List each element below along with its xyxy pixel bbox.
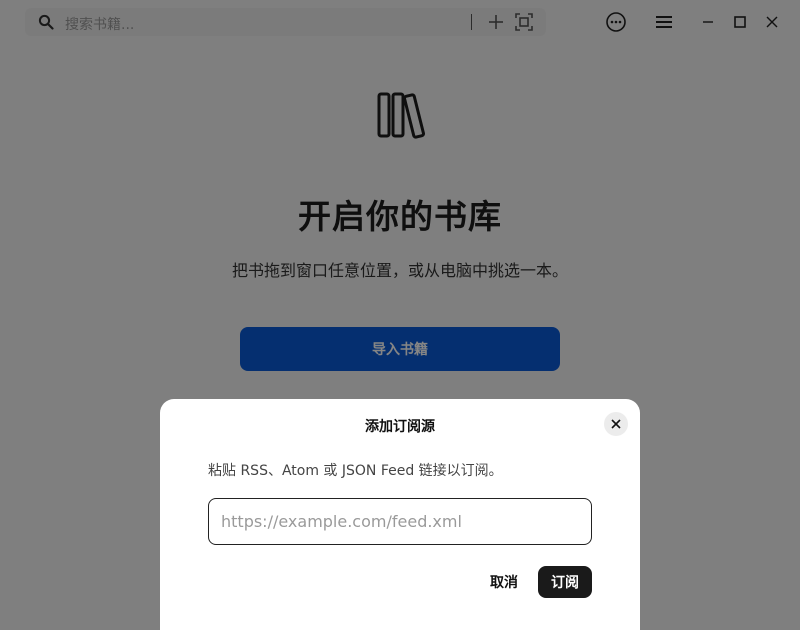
subscribe-button[interactable]: 订阅 [538,566,592,598]
feed-url-input[interactable] [208,498,592,545]
dialog-description: 粘贴 RSS、Atom 或 JSON Feed 链接以订阅。 [208,463,503,479]
close-icon [611,419,621,429]
add-feed-dialog: 添加订阅源 粘贴 RSS、Atom 或 JSON Feed 链接以订阅。 取消 … [160,399,640,630]
dialog-title: 添加订阅源 [365,419,435,435]
dialog-close-button[interactable] [604,412,628,436]
cancel-button[interactable]: 取消 [479,566,529,598]
